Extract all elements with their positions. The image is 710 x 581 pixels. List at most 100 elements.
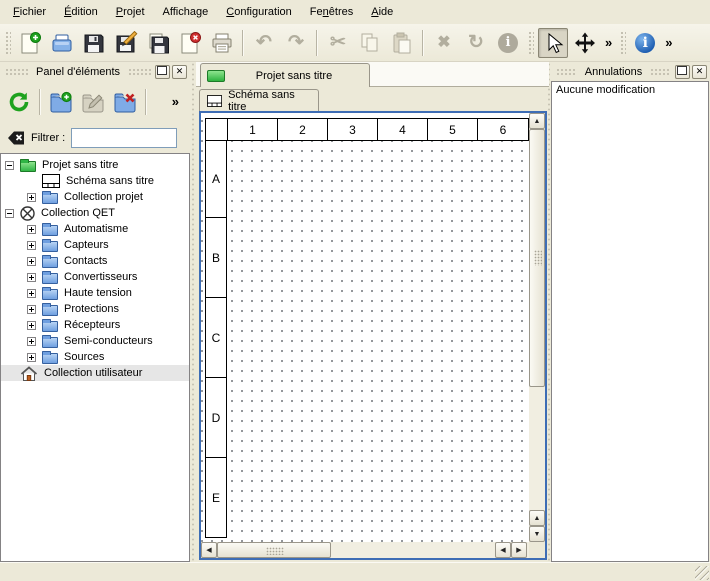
expand-icon[interactable] <box>27 273 36 282</box>
expand-icon[interactable] <box>27 305 36 314</box>
tree-item-contacts[interactable]: Contacts <box>1 253 189 269</box>
tree-item-semi-conducteurs[interactable]: Semi-conducteurs <box>1 333 189 349</box>
delete-icon: ✖ <box>437 33 450 52</box>
redo-button[interactable]: ↷ <box>281 28 311 58</box>
diagram-column-header: 1 2 3 4 5 6 <box>205 118 529 141</box>
tree-item-recepteurs[interactable]: Récepteurs <box>1 317 189 333</box>
panel-overflow-button[interactable]: » <box>169 94 182 109</box>
paste-button[interactable] <box>387 28 417 58</box>
tree-item-capteurs[interactable]: Capteurs <box>1 237 189 253</box>
main-toolbar: ↶ ↷ ✂ ✖ ↻ i <box>0 24 710 62</box>
copy-button[interactable] <box>355 28 385 58</box>
expand-icon[interactable] <box>27 257 36 266</box>
menu-fichier[interactable]: Fichier <box>4 2 55 22</box>
tree-item-collection-qet[interactable]: Collection QET <box>1 205 189 221</box>
expand-icon[interactable] <box>27 337 36 346</box>
tree-item-convertisseurs[interactable]: Convertisseurs <box>1 269 189 285</box>
new-category-button[interactable] <box>46 87 76 117</box>
menu-fenetres[interactable]: Fenêtres <box>301 2 362 22</box>
tree-item-label: Semi-conducteurs <box>64 335 153 347</box>
tree-item-collection-utilisateur[interactable]: Collection utilisateur <box>1 365 189 381</box>
folder-icon <box>42 254 58 268</box>
close-file-button[interactable] <box>175 28 205 58</box>
diagram-vscrollbar[interactable]: ▲ ▲ ▼ <box>529 113 545 542</box>
delete-category-button[interactable] <box>110 87 140 117</box>
scroll-left-button[interactable]: ◀ <box>201 542 217 558</box>
diagram-info-button[interactable]: i <box>630 28 660 58</box>
expand-icon[interactable] <box>27 241 36 250</box>
scroll-up-button-2[interactable]: ▲ <box>529 510 545 526</box>
delete-button[interactable]: ✖ <box>429 28 459 58</box>
cut-button[interactable]: ✂ <box>323 28 353 58</box>
undo-history-list[interactable]: Aucune modification <box>551 81 709 562</box>
scroll-right-button[interactable]: ▶ <box>511 542 527 558</box>
scroll-left-button-2[interactable]: ◀ <box>495 542 511 558</box>
edit-category-button[interactable] <box>78 87 108 117</box>
undo-panel-titlebar[interactable]: Annulations ✕ <box>551 62 710 81</box>
window-resize-grip[interactable] <box>695 566 709 580</box>
toolbar-handle[interactable] <box>619 30 626 56</box>
scroll-up-button[interactable]: ▲ <box>529 113 545 129</box>
rotate-button[interactable]: ↻ <box>461 28 491 58</box>
expand-icon[interactable] <box>27 353 36 362</box>
collapse-icon[interactable] <box>5 161 14 170</box>
dock-float-button[interactable] <box>675 65 690 79</box>
home-icon <box>20 366 38 381</box>
scroll-down-button[interactable]: ▼ <box>529 526 545 542</box>
tree-item-schema[interactable]: Schéma sans titre <box>1 173 189 189</box>
folder-edit-icon <box>81 90 105 114</box>
select-tool-button[interactable] <box>538 28 568 58</box>
toolbar-overflow-button-2[interactable]: » <box>662 35 675 50</box>
toolbar-overflow-button[interactable]: » <box>602 35 615 50</box>
print-button[interactable] <box>207 28 237 58</box>
save-as-button[interactable] <box>111 28 141 58</box>
tree-item-project[interactable]: Projet sans titre <box>1 157 189 173</box>
dock-close-button[interactable]: ✕ <box>692 65 707 79</box>
expand-icon[interactable] <box>27 193 36 202</box>
expand-icon[interactable] <box>27 321 36 330</box>
expand-icon[interactable] <box>27 289 36 298</box>
dock-grip <box>650 68 671 76</box>
diagram-canvas[interactable]: 1 2 3 4 5 6 A B C D E <box>201 113 529 542</box>
toolbar-handle[interactable] <box>527 30 534 56</box>
menu-configuration[interactable]: Configuration <box>217 2 301 22</box>
toolbar-handle[interactable] <box>4 30 11 56</box>
tree-item-automatisme[interactable]: Automatisme <box>1 221 189 237</box>
hscroll-thumb[interactable] <box>217 542 331 558</box>
tree-item-collection-projet[interactable]: Collection projet <box>1 189 189 205</box>
save-all-button[interactable] <box>143 28 173 58</box>
menu-affichage[interactable]: Affichage <box>154 2 218 22</box>
expand-icon[interactable] <box>27 225 36 234</box>
save-button[interactable] <box>79 28 109 58</box>
undo-list-item[interactable]: Aucune modification <box>556 84 704 96</box>
collapse-icon[interactable] <box>5 209 14 218</box>
new-project-button[interactable] <box>15 28 45 58</box>
element-info-button[interactable]: i <box>493 28 523 58</box>
menu-edition[interactable]: Édition <box>55 2 107 22</box>
open-button[interactable] <box>47 28 77 58</box>
tab-schema[interactable]: Schéma sans titre <box>199 89 319 111</box>
undo-button[interactable]: ↶ <box>249 28 279 58</box>
clear-filter-icon[interactable] <box>7 130 25 146</box>
move-tool-button[interactable] <box>570 28 600 58</box>
tree-item-protections[interactable]: Protections <box>1 301 189 317</box>
tree-item-label: Schéma sans titre <box>66 175 154 187</box>
tree-item-sources[interactable]: Sources <box>1 349 189 365</box>
folder-icon <box>42 222 58 236</box>
undo-panel-title: Annulations <box>579 66 649 78</box>
reload-collections-button[interactable] <box>4 87 34 117</box>
tree-item-label: Protections <box>64 303 119 315</box>
dock-float-button[interactable] <box>155 65 170 79</box>
elements-panel-titlebar[interactable]: Panel d'éléments ✕ <box>0 62 190 81</box>
tree-item-label: Capteurs <box>64 239 109 251</box>
filter-input[interactable] <box>71 128 177 148</box>
tree-item-haute-tension[interactable]: Haute tension <box>1 285 189 301</box>
float-icon <box>159 68 167 75</box>
diagram-hscrollbar[interactable]: ◀ ◀ ▶ <box>201 542 529 558</box>
dock-close-button[interactable]: ✕ <box>172 65 187 79</box>
menu-aide[interactable]: Aide <box>362 2 402 22</box>
tab-project[interactable]: Projet sans titre <box>200 63 370 87</box>
vscroll-thumb[interactable] <box>529 129 545 387</box>
folder-icon <box>42 318 58 332</box>
menu-projet[interactable]: Projet <box>107 2 154 22</box>
